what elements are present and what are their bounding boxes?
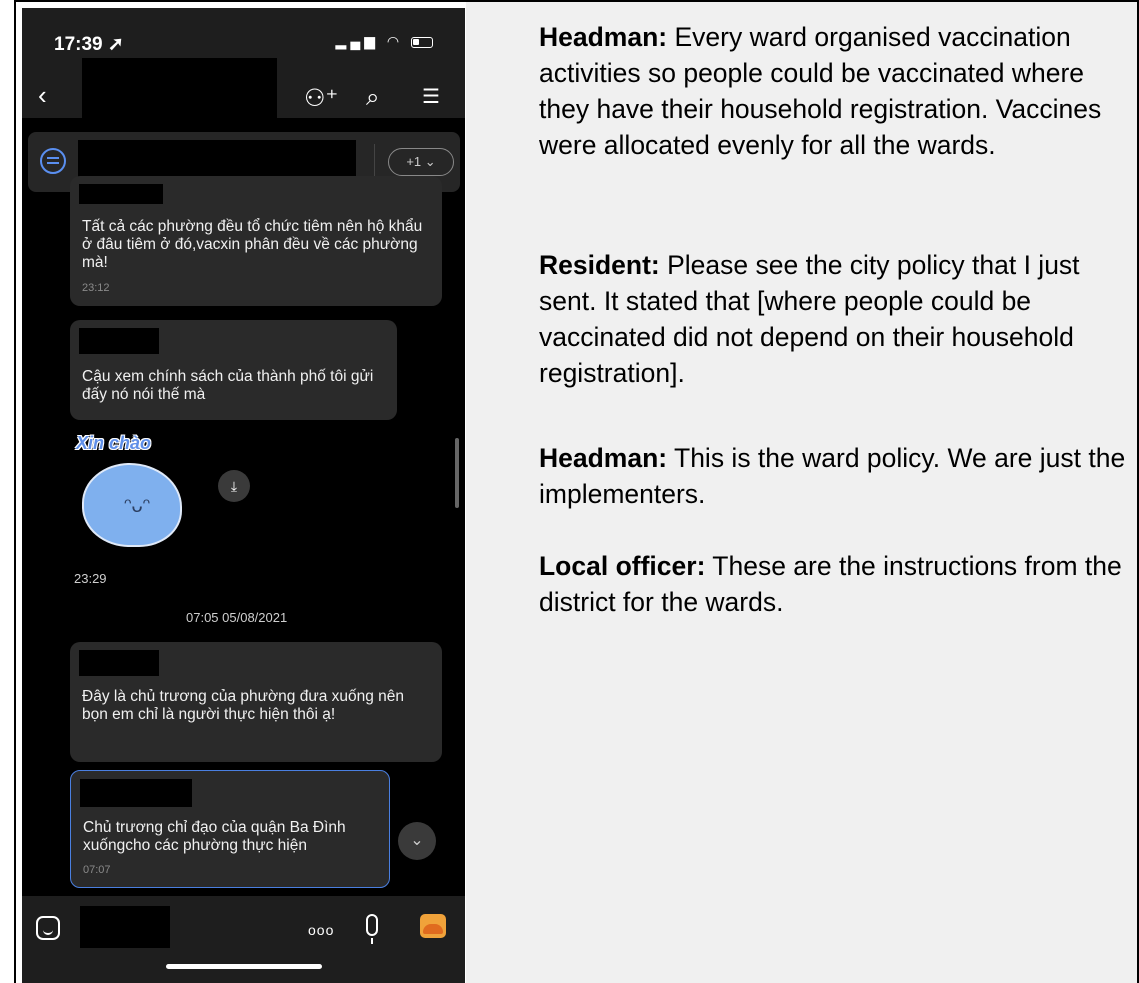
- redacted-sender: [79, 650, 159, 676]
- redacted-chat-name: [82, 58, 277, 120]
- status-bar: 17:39 ➚ ▂▄▆ ◠: [22, 8, 465, 58]
- message-text: Cậu xem chính sách của thành phố tôi gửi…: [82, 368, 374, 403]
- message-text: Chủ trương chỉ đạo của quận Ba Đình xuốn…: [83, 819, 346, 854]
- redacted-input[interactable]: [80, 906, 170, 948]
- date-separator: 07:05 05/08/2021: [186, 610, 288, 625]
- sticker-time: 23:29: [74, 571, 107, 586]
- phone-screenshot: 17:39 ➚ ▂▄▆ ◠ ‹ ⚇⁺ ⌕ ☰ +1 ⌄ Tất cả các p…: [22, 8, 465, 983]
- more-icon[interactable]: ooo: [308, 922, 334, 938]
- redacted-sender: [79, 328, 159, 354]
- speaker-label: Headman:: [539, 443, 668, 473]
- emoji-icon[interactable]: [36, 916, 60, 940]
- status-time: 17:39 ➚: [54, 34, 124, 55]
- pinned-more-button[interactable]: +1 ⌄: [388, 148, 454, 176]
- sticker-text: Xin chào: [76, 433, 152, 453]
- message-text: Tất cả các phường đều tổ chức tiêm nên h…: [82, 218, 423, 271]
- microphone-icon[interactable]: [366, 914, 378, 944]
- menu-icon[interactable]: ☰: [422, 84, 440, 109]
- speaker-label: Headman:: [539, 22, 668, 52]
- home-indicator: [166, 964, 322, 969]
- scrollbar[interactable]: [455, 438, 459, 508]
- sticker-face: ᵔᴗᵔ: [124, 495, 151, 517]
- scroll-down-icon[interactable]: ⌄: [398, 822, 436, 860]
- message-time: 23:12: [82, 282, 110, 294]
- search-icon[interactable]: ⌕: [366, 84, 379, 112]
- status-icons: ▂▄▆ ◠: [336, 33, 433, 50]
- message-text: Đây là chủ trương của phường đưa xuống n…: [82, 688, 405, 723]
- translation-paragraph: Local officer: These are the instruction…: [539, 548, 1129, 620]
- translation-panel: Headman: Every ward organised vaccinatio…: [466, 2, 1137, 983]
- photo-icon[interactable]: [420, 914, 446, 938]
- chat-header: ‹ ⚇⁺ ⌕ ☰: [22, 58, 465, 120]
- add-member-icon[interactable]: ⚇⁺: [304, 84, 338, 113]
- redacted-sender: [80, 779, 192, 807]
- back-icon[interactable]: ‹: [38, 82, 47, 108]
- message-icon: [40, 148, 66, 174]
- message-bubble[interactable]: Cậu xem chính sách của thành phố tôi gửi…: [70, 320, 397, 420]
- download-icon[interactable]: ⤓: [218, 470, 250, 502]
- translation-paragraph: Headman: Every ward organised vaccinatio…: [539, 19, 1129, 163]
- input-bar: ooo: [22, 896, 465, 983]
- message-bubble[interactable]: Tất cả các phường đều tổ chức tiêm nên h…: [70, 176, 442, 306]
- sticker[interactable]: Xin chào ᵔᴗᵔ: [74, 433, 204, 563]
- speaker-label: Local officer:: [539, 551, 706, 581]
- redacted-sender: [79, 184, 163, 204]
- wifi-icon: ◠: [386, 33, 404, 49]
- speaker-label: Resident:: [539, 250, 660, 280]
- divider: [374, 144, 375, 180]
- message-time: 07:07: [83, 864, 111, 876]
- translation-paragraph: Resident: Please see the city policy tha…: [539, 247, 1129, 391]
- message-bubble[interactable]: Đây là chủ trương của phường đưa xuống n…: [70, 642, 442, 762]
- message-bubble-selected[interactable]: Chủ trương chỉ đạo của quận Ba Đình xuốn…: [70, 770, 390, 888]
- translation-paragraph: Headman: This is the ward policy. We are…: [539, 440, 1129, 512]
- battery-icon: [411, 36, 433, 48]
- signal-icon: ▂▄▆: [335, 33, 379, 49]
